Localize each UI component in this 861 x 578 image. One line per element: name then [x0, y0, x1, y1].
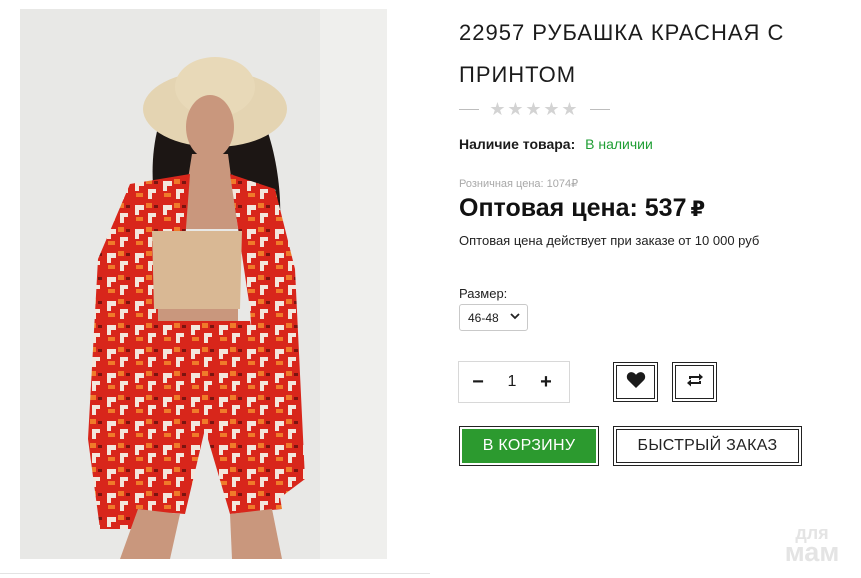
divider-left: [459, 108, 479, 110]
quantity-stepper: − 1 +: [458, 361, 570, 403]
wholesale-note: Оптовая цена действует при заказе от 10 …: [459, 233, 760, 248]
add-to-wishlist-button[interactable]: [613, 362, 658, 402]
star-icon[interactable]: ★: [543, 99, 560, 119]
currency-symbol: ₽: [690, 198, 706, 221]
add-to-compare-button[interactable]: [672, 362, 717, 402]
divider-right: [590, 108, 610, 110]
watermark-logo: для мам: [772, 524, 852, 568]
star-icon[interactable]: ★: [507, 99, 524, 119]
quick-order-button[interactable]: БЫСТРЫЙ ЗАКАЗ: [613, 426, 802, 466]
wholesale-price-amount: 537: [644, 194, 687, 222]
add-to-cart-button[interactable]: В КОРЗИНУ: [459, 426, 599, 466]
size-label: Размер:: [459, 286, 508, 301]
quantity-decrease-button[interactable]: −: [469, 371, 487, 394]
retail-price: Розничная цена: 1074₽: [459, 178, 579, 190]
star-icon[interactable]: ★: [561, 99, 578, 119]
wholesale-price: Оптовая цена: 537 ₽: [459, 194, 705, 223]
product-title: 22957 РУБАШКА КРАСНАЯ С ПРИНТОМ: [459, 20, 785, 87]
heart-icon: [626, 371, 646, 394]
quantity-increase-button[interactable]: +: [537, 371, 555, 394]
availability: Наличие товара: В наличии: [459, 136, 653, 152]
wholesale-price-label: Оптовая цена:: [459, 194, 638, 222]
chevron-down-icon: [509, 310, 521, 325]
divider: [0, 573, 430, 574]
repeat-icon: [685, 371, 705, 394]
rating: ★ ★ ★ ★ ★: [459, 98, 610, 120]
availability-value: В наличии: [585, 136, 653, 152]
size-select-value: 46-48: [468, 310, 499, 325]
rating-stars[interactable]: ★ ★ ★ ★ ★: [489, 99, 578, 119]
product-image[interactable]: [20, 9, 387, 559]
product-photo-illustration: [20, 9, 387, 559]
availability-label: Наличие товара:: [459, 136, 576, 152]
size-select[interactable]: 46-48: [459, 304, 528, 331]
star-icon[interactable]: ★: [489, 99, 506, 119]
watermark-line2: мам: [784, 537, 840, 568]
star-icon[interactable]: ★: [525, 99, 542, 119]
quantity-input[interactable]: 1: [508, 373, 517, 391]
